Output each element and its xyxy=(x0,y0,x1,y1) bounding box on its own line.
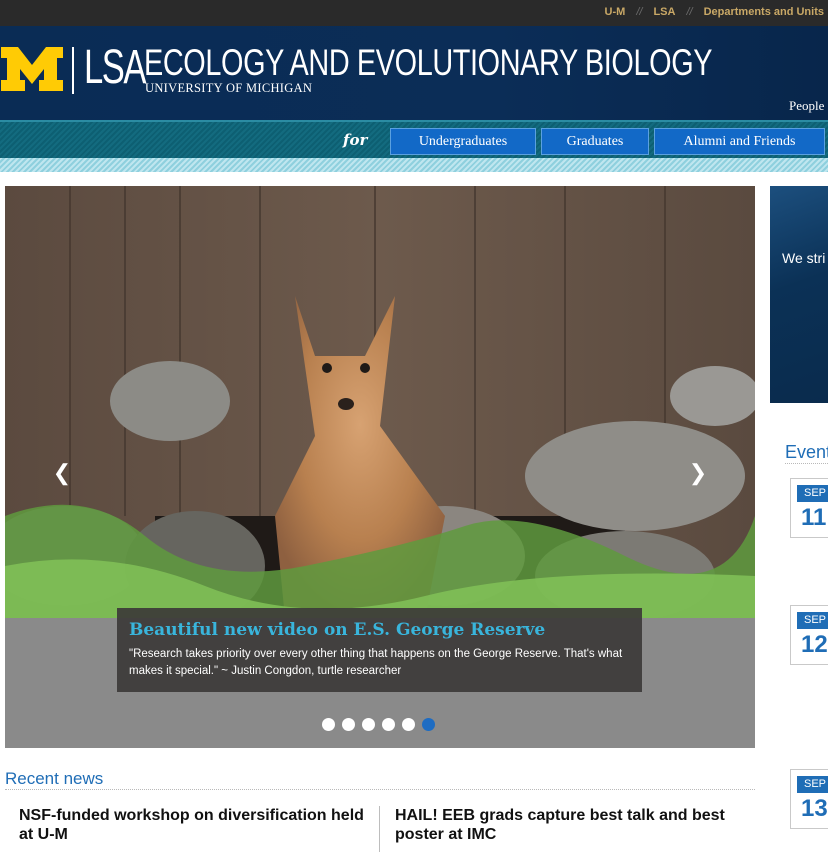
caption-text: "Research takes priority over every othe… xyxy=(129,648,623,677)
utility-separator: // xyxy=(686,6,693,18)
carousel-next-button[interactable]: ❯ xyxy=(683,458,713,488)
audience-nav: for Undergraduates Graduates Alumni and … xyxy=(0,120,828,158)
utility-link-lsa[interactable]: LSA xyxy=(653,6,675,18)
audience-for-label: for xyxy=(343,131,368,149)
carousel-dot[interactable] xyxy=(342,718,355,731)
event-month: SEP xyxy=(797,612,828,629)
carousel-dot[interactable] xyxy=(322,718,335,731)
event-month: SEP xyxy=(797,776,828,793)
university-name: UNIVERSITY OF MICHIGAN xyxy=(145,81,313,95)
event-month: SEP xyxy=(797,485,828,502)
caption-title-link[interactable]: Beautiful new video on E.S. George Reser… xyxy=(129,620,630,640)
news-item-link[interactable]: HAIL! EEB grads capture best talk and be… xyxy=(395,806,735,844)
chevron-left-icon: ❮ xyxy=(52,460,72,485)
news-divider xyxy=(5,789,755,790)
event-day: 12 xyxy=(801,631,828,658)
carousel-caption: Beautiful new video on E.S. George Reser… xyxy=(117,608,642,692)
site-header: LSA ECOLOGY AND EVOLUTIONARY BIOLOGY UNI… xyxy=(0,26,828,120)
event-day: 13 xyxy=(801,795,828,822)
carousel-slide-image[interactable] xyxy=(5,186,755,618)
carousel-dot-active[interactable] xyxy=(422,718,435,731)
utility-bar: U-M // LSA // Departments and Units xyxy=(0,0,828,26)
event-day: 11 xyxy=(801,504,827,531)
utility-links: U-M // LSA // Departments and Units xyxy=(605,6,824,18)
decorative-stripe xyxy=(0,158,828,172)
lsa-wordmark[interactable]: LSA xyxy=(84,40,146,95)
nav-item-people[interactable]: People xyxy=(789,98,824,114)
block-m-logo[interactable] xyxy=(1,47,63,91)
carousel-dot[interactable] xyxy=(382,718,395,731)
utility-separator: // xyxy=(636,6,643,18)
hero-carousel: ❮ ❯ Beautiful new video on E.S. George R… xyxy=(5,186,755,748)
news-item-link[interactable]: NSF-funded workshop on diversification h… xyxy=(19,806,364,844)
recent-news-heading[interactable]: Recent news xyxy=(5,769,103,789)
event-date-card[interactable]: SEP 11 xyxy=(790,478,828,538)
mission-panel: We stri frontlin planet, needs y xyxy=(770,186,828,403)
event-date-card[interactable]: SEP 12 xyxy=(790,605,828,665)
events-heading[interactable]: Event xyxy=(785,442,828,463)
graduates-button[interactable]: Graduates xyxy=(541,128,649,155)
carousel-dot[interactable] xyxy=(402,718,415,731)
logo-divider xyxy=(72,47,74,94)
events-divider xyxy=(785,463,828,464)
department-title[interactable]: ECOLOGY AND EVOLUTIONARY BIOLOGY xyxy=(144,42,713,84)
mission-text: We stri frontlin planet, needs y xyxy=(782,250,828,266)
utility-link-um[interactable]: U-M xyxy=(605,6,626,18)
carousel-prev-button[interactable]: ❮ xyxy=(47,458,77,488)
news-column-divider xyxy=(379,806,380,852)
chevron-right-icon: ❯ xyxy=(688,460,708,485)
utility-link-departments[interactable]: Departments and Units xyxy=(704,6,824,18)
alumni-and-friends-button[interactable]: Alumni and Friends xyxy=(654,128,825,155)
event-date-card[interactable]: SEP 13 xyxy=(790,769,828,829)
carousel-dot[interactable] xyxy=(362,718,375,731)
carousel-dots xyxy=(322,718,435,731)
undergraduates-button[interactable]: Undergraduates xyxy=(390,128,536,155)
